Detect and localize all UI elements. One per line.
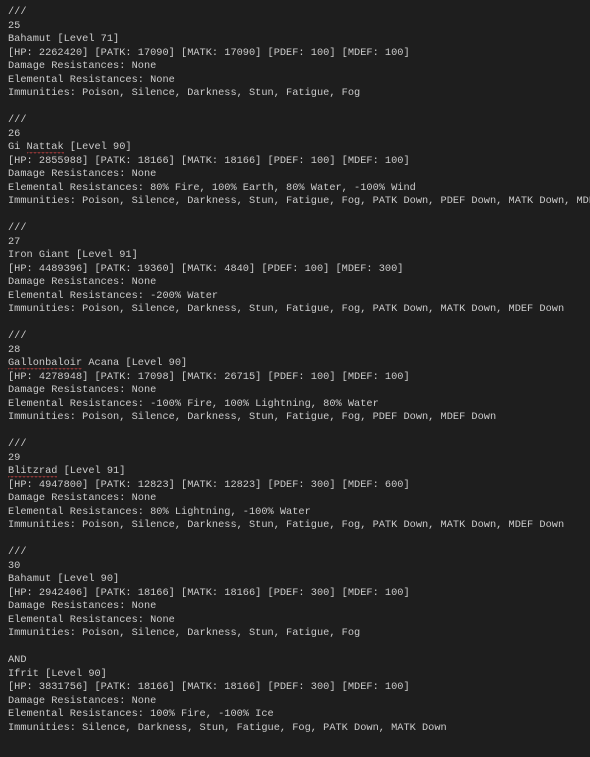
elemental-resistances-line: Elemental Resistances: 100% Fire, -100% … <box>8 708 582 722</box>
damage-resistances-line: Damage Resistances: None <box>8 276 582 290</box>
blank-line <box>8 101 582 115</box>
and-separator: AND <box>8 654 582 668</box>
blank-line <box>8 533 582 547</box>
immunities-line: Immunities: Poison, Silence, Darkness, S… <box>8 411 582 425</box>
immunities-line: Immunities: Poison, Silence, Darkness, S… <box>8 303 582 317</box>
immunities-line: Immunities: Poison, Silence, Darkness, S… <box>8 627 582 641</box>
entry-index: 28 <box>8 344 582 358</box>
stats-line: [HP: 4278948] [PATK: 17098] [MATK: 26715… <box>8 371 582 385</box>
divider-line: /// <box>8 438 582 452</box>
blank-line <box>8 425 582 439</box>
stats-line: [HP: 3831756] [PATK: 18166] [MATK: 18166… <box>8 681 582 695</box>
elemental-resistances-line: Elemental Resistances: -200% Water <box>8 290 582 304</box>
damage-resistances-line: Damage Resistances: None <box>8 60 582 74</box>
divider-line: /// <box>8 546 582 560</box>
entry-index: 25 <box>8 20 582 34</box>
elemental-resistances-line: Elemental Resistances: -100% Fire, 100% … <box>8 398 582 412</box>
entity-name-line: Blitzrad [Level 91] <box>8 465 582 479</box>
entity-name-line: Bahamut [Level 90] <box>8 573 582 587</box>
entity-name-line: Gallonbaloir Acana [Level 90] <box>8 357 582 371</box>
damage-resistances-line: Damage Resistances: None <box>8 384 582 398</box>
blank-line <box>8 641 582 655</box>
stats-line: [HP: 4489396] [PATK: 19360] [MATK: 4840]… <box>8 263 582 277</box>
stats-line: [HP: 2855988] [PATK: 18166] [MATK: 18166… <box>8 155 582 169</box>
divider-line: /// <box>8 330 582 344</box>
entry-index: 29 <box>8 452 582 466</box>
immunities-line: Immunities: Poison, Silence, Darkness, S… <box>8 87 582 101</box>
elemental-resistances-line: Elemental Resistances: 80% Lightning, -1… <box>8 506 582 520</box>
elemental-resistances-line: Elemental Resistances: None <box>8 74 582 88</box>
blank-line <box>8 209 582 223</box>
blank-line <box>8 735 582 749</box>
stats-line: [HP: 4947800] [PATK: 12823] [MATK: 12823… <box>8 479 582 493</box>
immunities-line: Immunities: Poison, Silence, Darkness, S… <box>8 519 582 533</box>
divider-line: /// <box>8 114 582 128</box>
divider-line: /// <box>8 6 582 20</box>
elemental-resistances-line: Elemental Resistances: 80% Fire, 100% Ea… <box>8 182 582 196</box>
damage-resistances-line: Damage Resistances: None <box>8 600 582 614</box>
entity-name-line: Bahamut [Level 71] <box>8 33 582 47</box>
text-editor-content[interactable]: ///25Bahamut [Level 71][HP: 2262420] [PA… <box>0 0 590 757</box>
entry-index: 30 <box>8 560 582 574</box>
stats-line: [HP: 2262420] [PATK: 17090] [MATK: 17090… <box>8 47 582 61</box>
entity-name-line: Gi Nattak [Level 90] <box>8 141 582 155</box>
divider-line: /// <box>8 222 582 236</box>
immunities-line: Immunities: Silence, Darkness, Stun, Fat… <box>8 722 582 736</box>
entry-index: 27 <box>8 236 582 250</box>
immunities-line: Immunities: Poison, Silence, Darkness, S… <box>8 195 582 209</box>
stats-line: [HP: 2942406] [PATK: 18166] [MATK: 18166… <box>8 587 582 601</box>
entry-index: 26 <box>8 128 582 142</box>
entity-name-line: Iron Giant [Level 91] <box>8 249 582 263</box>
blank-line <box>8 317 582 331</box>
damage-resistances-line: Damage Resistances: None <box>8 492 582 506</box>
damage-resistances-line: Damage Resistances: None <box>8 695 582 709</box>
elemental-resistances-line: Elemental Resistances: None <box>8 614 582 628</box>
damage-resistances-line: Damage Resistances: None <box>8 168 582 182</box>
